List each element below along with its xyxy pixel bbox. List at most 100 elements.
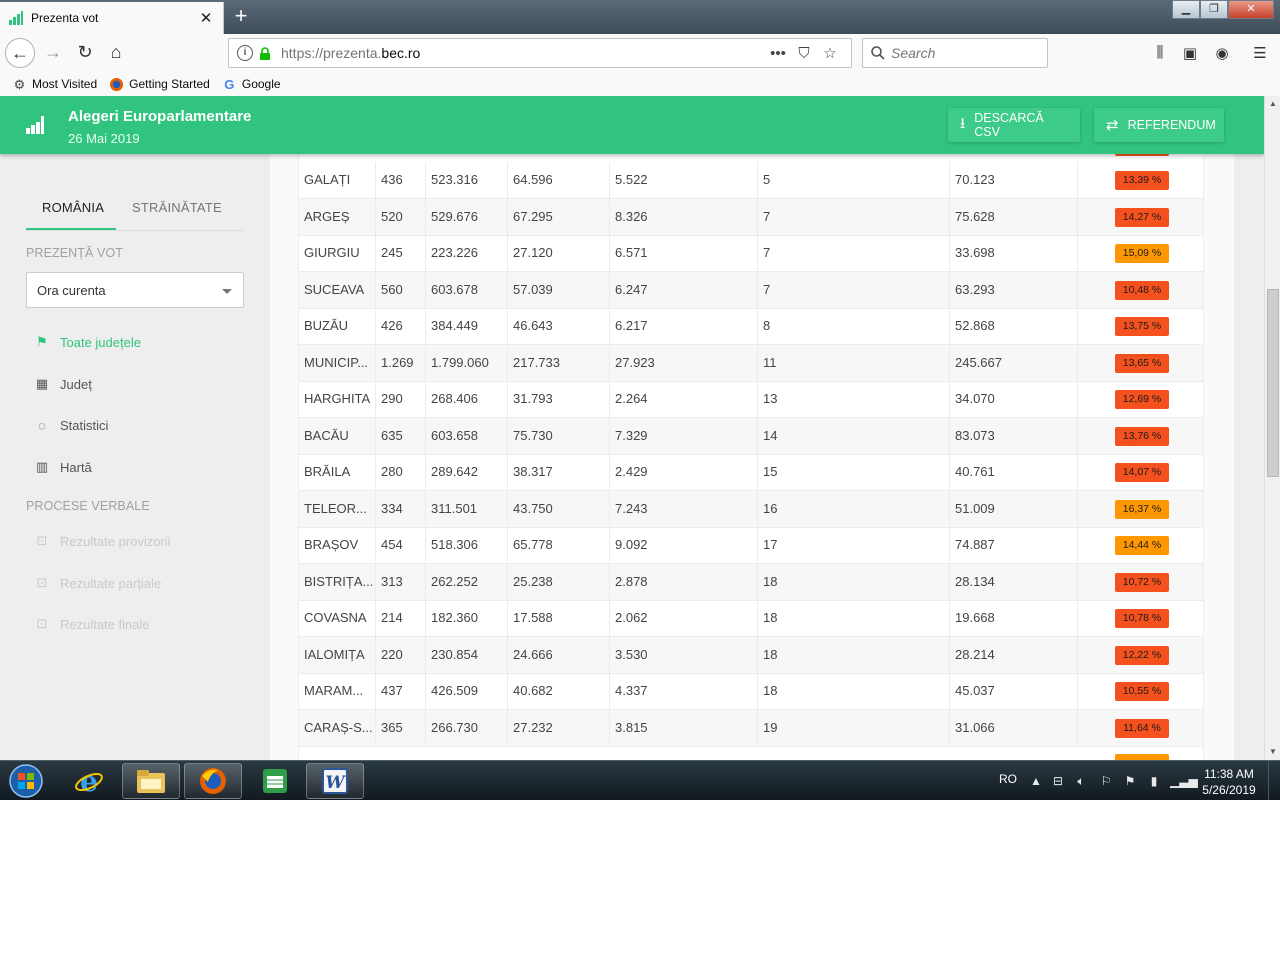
table-cell: 70.123	[949, 162, 1077, 198]
turnout-percent-cell: 10,55 %	[1077, 673, 1203, 709]
table-row[interactable]: BRAȘOV 454 518.306 65.778 9.092 17 74.887 14,44…	[299, 527, 1203, 564]
minimize-button[interactable]: ▁	[1172, 0, 1200, 19]
new-tab-button[interactable]: +	[228, 4, 254, 30]
table-cell: 268.406	[425, 381, 507, 417]
scroll-up-icon[interactable]: ▲	[1265, 96, 1280, 112]
power-icon[interactable]: ▮	[1146, 773, 1162, 789]
table-cell: 426.509	[425, 673, 507, 709]
table-cell: 5.522	[609, 162, 757, 198]
sidebar-item-harta[interactable]: ▥ Hartă	[34, 457, 92, 477]
taskbar-word[interactable]: W	[306, 763, 364, 799]
table-row[interactable]: ARGEȘ 520 529.676 67.295 8.326 7 75.628 14,27 %	[299, 198, 1203, 236]
sidebar-item-judet[interactable]: ▦ Județ	[34, 374, 92, 394]
firefox-icon	[200, 768, 226, 794]
display-icon[interactable]: ⊟	[1050, 773, 1066, 789]
maximize-button[interactable]: ❐	[1200, 0, 1228, 19]
browser-tab[interactable]: Prezenta vot ✕	[0, 2, 224, 34]
table-cell: 19	[757, 709, 949, 746]
bookmarks-toolbar: ⚙ Most Visited Getting Started G Google	[0, 72, 1280, 96]
table-cell: 280	[375, 454, 425, 490]
home-button[interactable]: ⌂	[101, 38, 131, 68]
bookmark-most-visited[interactable]: ⚙ Most Visited	[12, 77, 97, 92]
table-cell: 83.073	[949, 417, 1077, 454]
search-input[interactable]	[891, 45, 1031, 61]
status-badge: 12,69 %	[1115, 390, 1169, 409]
table-cell: 75.730	[507, 417, 609, 454]
volume-icon[interactable]: 🔈︎	[1073, 773, 1089, 789]
bookmark-getting-started[interactable]: Getting Started	[109, 77, 210, 92]
taskbar-file-explorer[interactable]	[122, 763, 180, 799]
sidebar-item-label: Rezultate finale	[60, 616, 150, 632]
tab-romania[interactable]: ROMÂNIA	[42, 200, 104, 215]
pocket-icon[interactable]: ⛉	[791, 45, 817, 62]
page-actions-icon[interactable]: •••	[765, 45, 791, 62]
taskbar-spreadsheet[interactable]	[246, 763, 304, 799]
search-bar[interactable]	[862, 38, 1048, 68]
referendum-button[interactable]: ⇄ REFERENDUM	[1094, 108, 1224, 142]
download-csv-button[interactable]: ⭳ DESCARCĂ CSV	[948, 108, 1080, 142]
table-cell: 245.667	[949, 344, 1077, 381]
bookmark-google[interactable]: G Google	[222, 77, 280, 92]
table-cell: 15	[757, 454, 949, 490]
tray-expand-icon[interactable]: ▲	[1028, 773, 1044, 789]
table-cell: 19.668	[949, 600, 1077, 636]
bar-chart-icon	[9, 11, 23, 25]
status-badge: 13,39 %	[1115, 171, 1169, 190]
sidebar-toggle-icon[interactable]: ▣	[1180, 44, 1200, 64]
close-window-button[interactable]: ✕	[1228, 0, 1274, 19]
document-3-icon: ⊡	[36, 616, 48, 631]
info-icon[interactable]: i	[237, 45, 253, 61]
table-row[interactable]: COVASNA 214 182.360 17.588 2.062 18 19.668 10,7…	[299, 600, 1203, 637]
table-row[interactable]: MUNICIP... 1.269 1.799.060 217.733 27.923 11 2…	[299, 344, 1203, 382]
hour-select[interactable]: Ora curenta	[26, 272, 244, 308]
language-indicator[interactable]: RO	[999, 772, 1017, 786]
table-cell: 426	[375, 308, 425, 344]
map-icon: ▥	[35, 459, 49, 474]
turnout-percent-cell: 13,75 %	[1077, 308, 1203, 344]
security-flag-icon[interactable]: ⚐	[1098, 773, 1114, 789]
start-button-icon[interactable]	[6, 763, 46, 799]
table-row[interactable]: HARGHITA 290 268.406 31.793 2.264 13 34.070 12,…	[299, 381, 1203, 418]
status-badge-partial	[1115, 154, 1169, 156]
table-row[interactable]: BISTRIȚA... 313 262.252 25.238 2.878 18 28.134…	[299, 563, 1203, 601]
donut-chart-icon: ◌	[38, 417, 46, 433]
turnout-percent-cell: 11,64 %	[1077, 709, 1203, 746]
taskbar-internet-explorer[interactable]: e	[60, 763, 118, 799]
sidebar-item-statistici[interactable]: ◌ Statistici	[34, 415, 108, 435]
scrollbar-thumb[interactable]	[1267, 289, 1279, 477]
url-text[interactable]: https://prezenta.bec.ro	[281, 45, 765, 61]
show-desktop-button[interactable]	[1268, 761, 1280, 800]
library-icon[interactable]: ⫼	[1150, 44, 1170, 64]
clock-date: 5/26/2019	[1202, 783, 1256, 797]
back-button[interactable]: ←	[5, 38, 35, 68]
table-row[interactable]: GIURGIU 245 223.226 27.120 6.571 7 33.698 15,09…	[299, 235, 1203, 272]
table-row[interactable]: CARAȘ-S... 365 266.730 27.232 3.815 19 31.066 1…	[299, 709, 1203, 747]
sidebar-item-toate-judetele[interactable]: ⚑ Toate județele	[34, 332, 141, 352]
table-row[interactable]: BRĂILA 280 289.642 38.317 2.429 15 40.761 14,07…	[299, 454, 1203, 491]
reload-button[interactable]: ↻	[70, 38, 100, 68]
table-row[interactable]: BACĂU 635 603.658 75.730 7.329 14 83.073 13,76 …	[299, 417, 1203, 455]
account-icon[interactable]: ◉	[1212, 44, 1232, 64]
tab-strainatate[interactable]: STRĂINĂTATE	[132, 200, 222, 215]
table-row[interactable]: IALOMIȚA 220 230.854 24.666 3.530 18 28.214 12,…	[299, 636, 1203, 674]
url-bar[interactable]: i https://prezenta.bec.ro ••• ⛉ ☆	[228, 38, 852, 68]
status-badge: 13,76 %	[1115, 426, 1169, 446]
scroll-down-icon[interactable]: ▼	[1265, 744, 1280, 760]
forward-button[interactable]: →	[38, 38, 68, 68]
system-clock[interactable]: 11:38 AM 5/26/2019	[1196, 766, 1262, 798]
word-icon: W	[322, 768, 348, 794]
network-icon[interactable]: ▁▃▅	[1170, 773, 1198, 789]
table-row[interactable]: TELEOR... 334 311.501 43.750 7.243 16 51.009 16…	[299, 490, 1203, 528]
table-cell: 9.092	[609, 527, 757, 563]
action-center-icon[interactable]: ⚑	[1122, 773, 1138, 789]
bookmark-star-icon[interactable]: ☆	[817, 44, 843, 62]
table-row[interactable]: BUZĂU 426 384.449 46.643 6.217 8 52.868 13,75 %	[299, 308, 1203, 345]
menu-icon[interactable]: ☰	[1250, 44, 1270, 64]
table-row[interactable]: GALAȚI 436 523.316 64.596 5.522 5 70.123 13,39 …	[299, 162, 1203, 199]
table-row[interactable]: SUCEAVA 560 603.678 57.039 6.247 7 63.293 10,48…	[299, 271, 1203, 309]
page-scrollbar[interactable]: ▲ ▼	[1264, 96, 1280, 760]
status-badge: 14,44 %	[1115, 536, 1169, 555]
tab-close-icon[interactable]: ✕	[197, 9, 215, 27]
table-row[interactable]: MARAM... 437 426.509 40.682 4.337 18 45.037 10,…	[299, 673, 1203, 710]
taskbar-firefox[interactable]	[184, 763, 242, 799]
